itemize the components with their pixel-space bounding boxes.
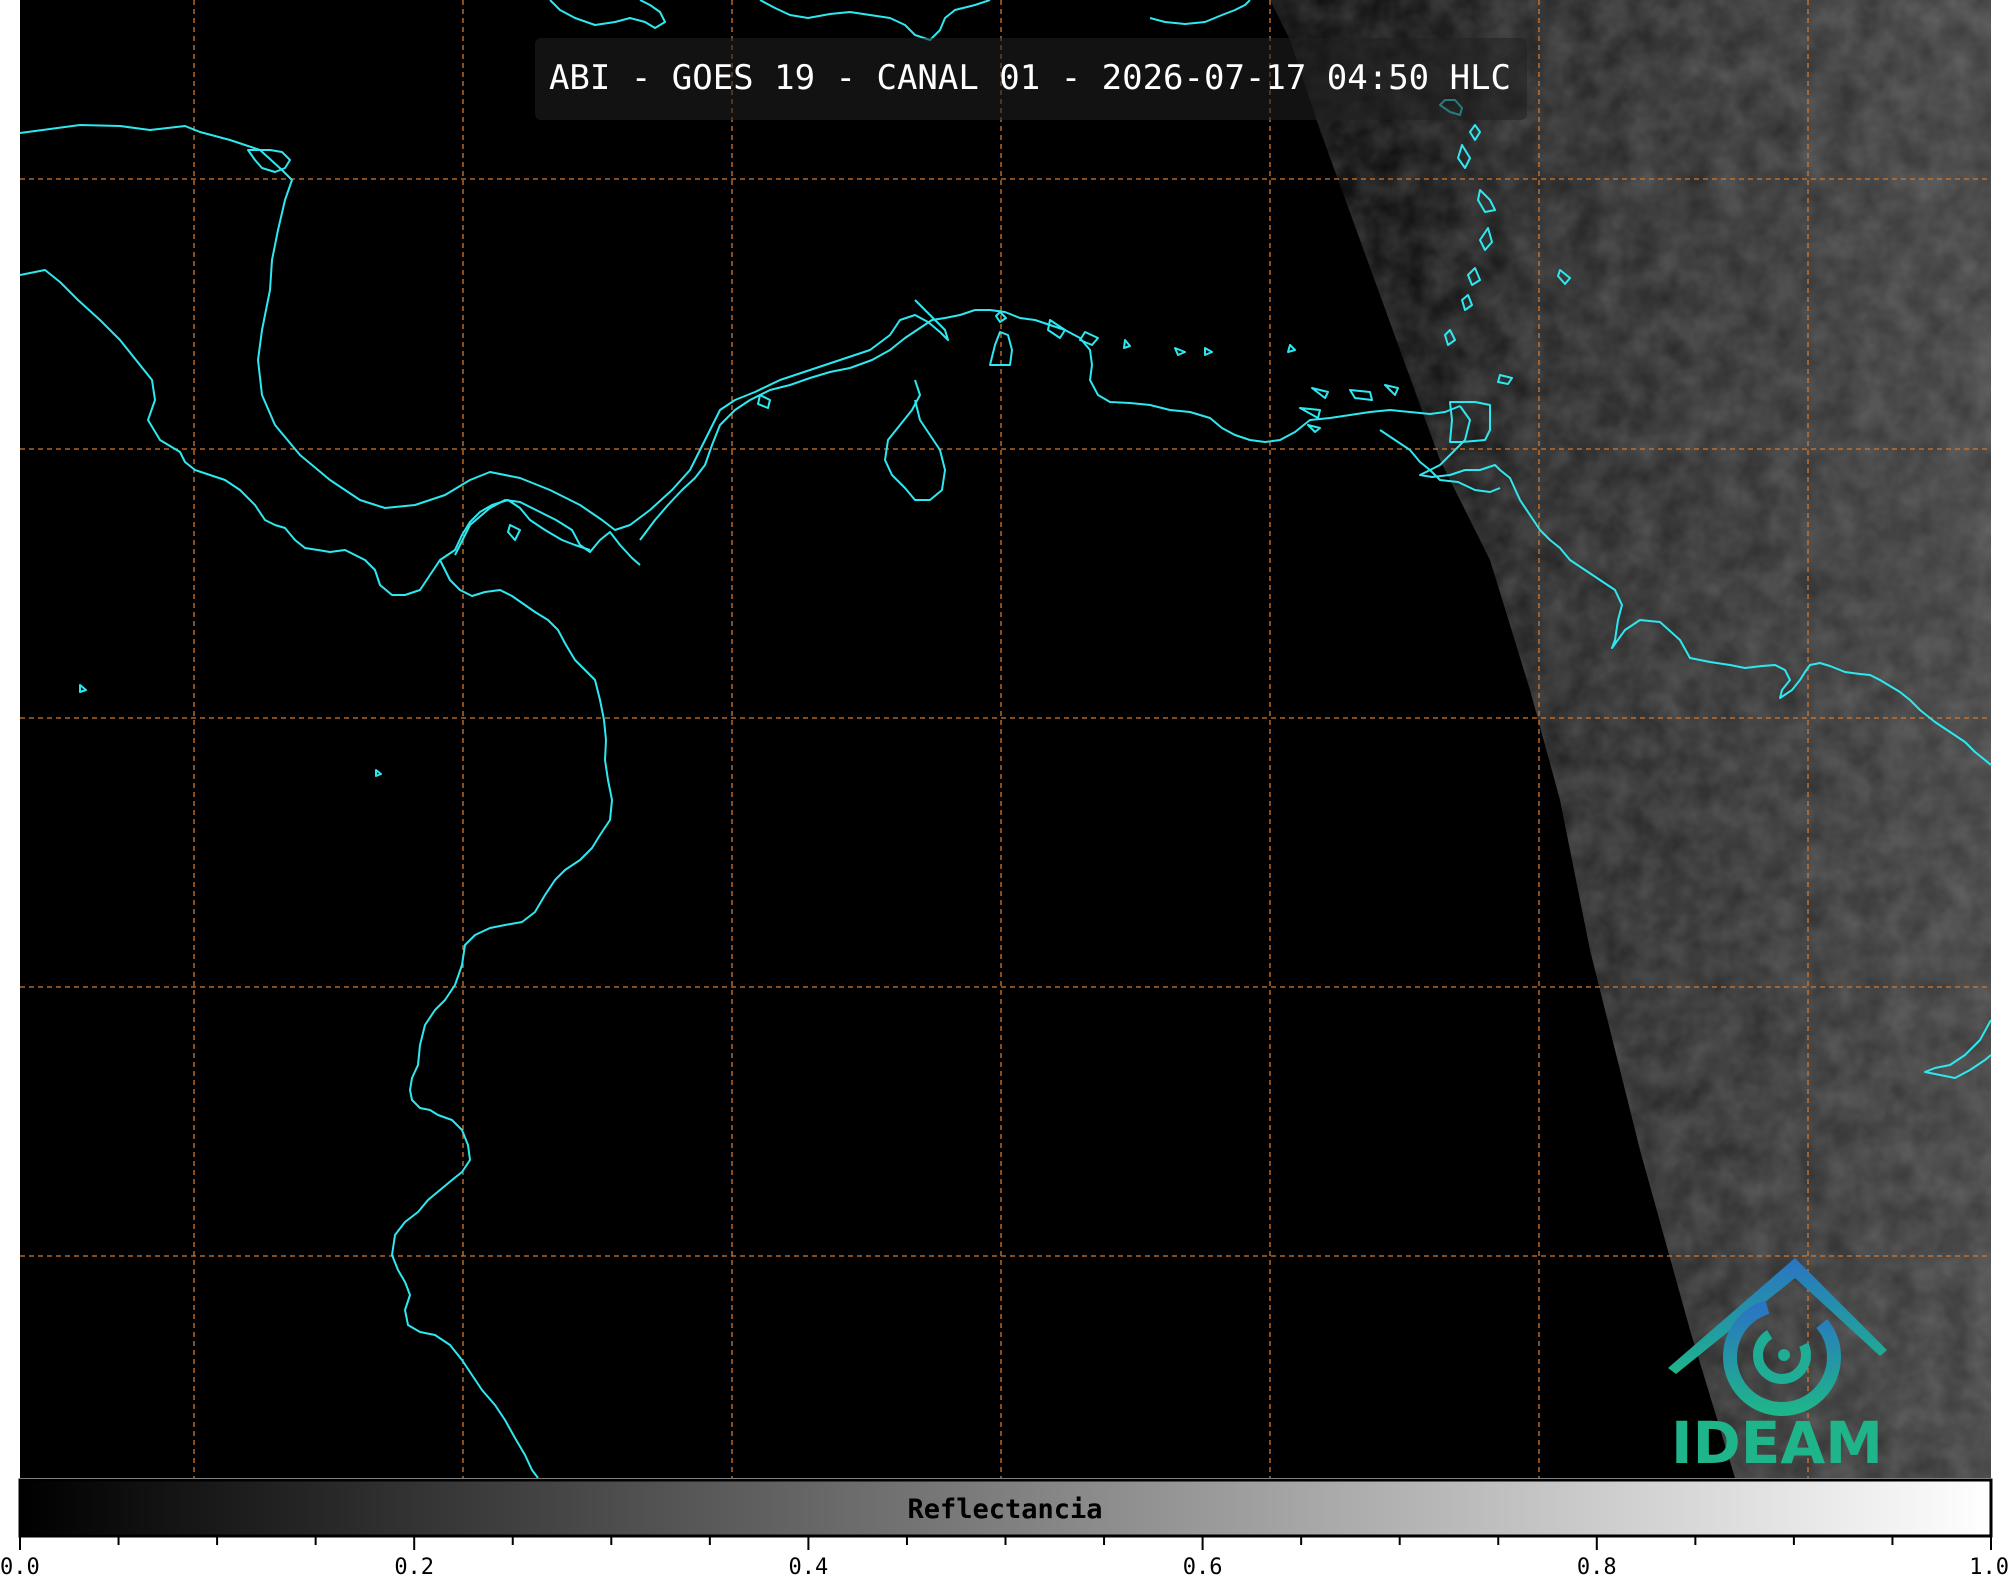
colorbar-tick-label: 0.6 bbox=[1183, 1555, 1223, 1577]
colorbar-ticks: 0.0 0.2 0.4 0.6 0.8 1.0 bbox=[0, 1536, 2009, 1577]
colorbar-tick-label: 0.8 bbox=[1577, 1555, 1617, 1577]
logo-wordmark: IDEAM bbox=[1671, 1409, 1883, 1477]
satellite-map: ABI - GOES 19 - CANAL 01 - 2026-07-17 04… bbox=[0, 0, 2009, 1577]
title-box: ABI - GOES 19 - CANAL 01 - 2026-07-17 04… bbox=[535, 38, 1527, 120]
colorbar-tick-label: 0.0 bbox=[0, 1555, 40, 1577]
colorbar-tick-label: 0.4 bbox=[789, 1555, 829, 1577]
map-panel bbox=[20, 0, 1991, 1478]
colorbar: Reflectancia 0.0 0.2 0.4 0.6 0.8 1.0 bbox=[0, 1478, 2009, 1577]
colorbar-tick-label: 1.0 bbox=[1969, 1555, 2009, 1577]
colorbar-label: Reflectancia bbox=[907, 1494, 1102, 1525]
colorbar-tick-label: 0.2 bbox=[394, 1555, 434, 1577]
map-title: ABI - GOES 19 - CANAL 01 - 2026-07-17 04… bbox=[549, 58, 1511, 98]
